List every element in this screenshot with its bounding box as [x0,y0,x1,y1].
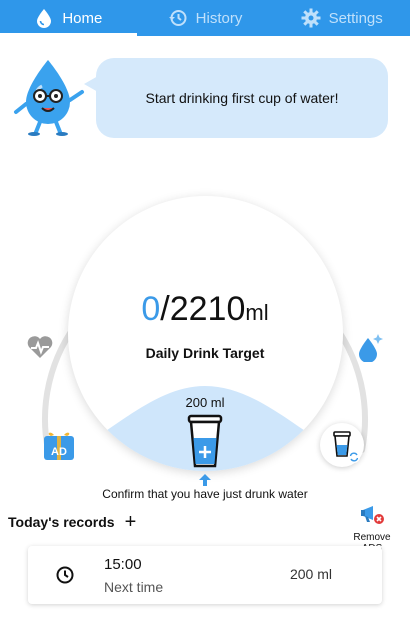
tab-history-label: History [195,9,243,27]
tab-home[interactable]: Home [0,0,137,36]
water-drop-mascot [12,56,88,136]
tab-bar: Home History Settings [0,0,410,36]
up-arrow-icon [199,474,211,486]
drink-cup-button[interactable] [186,414,224,470]
tab-home-label: Home [62,9,103,27]
megaphone-icon [361,506,384,524]
record-subtitle: Next time [104,579,164,595]
clock-icon [56,566,74,584]
cup-swap-icon [333,431,360,463]
current-intake: 0 [141,290,161,328]
confirm-drink-text: Confirm that you have just drunk water [102,487,308,501]
switch-cup-button[interactable] [320,423,364,467]
record-amount: 200 ml [289,566,332,582]
intake-amount: 0/2210ml [0,290,410,329]
gift-icon: AD [44,432,74,460]
water-drop-icon [359,334,383,362]
heart-pulse-icon [27,336,53,358]
tab-settings-label: Settings [328,9,383,27]
history-icon [168,8,188,28]
records-title: Today's records [8,514,115,530]
todays-records-header: Today's records + [8,512,136,532]
home-screen: Home History Settings Start drinking fir… [0,0,410,624]
tip-text: Start drinking first cup of water! [145,90,339,106]
tab-history[interactable]: History [137,0,274,36]
record-item[interactable]: 15:00 Next time 200 ml [28,546,382,604]
water-drop-icon [34,8,54,28]
add-record-button[interactable]: + [125,512,137,532]
ad-badge-text: AD [51,446,67,458]
cup-size-label: 200 ml [185,395,225,410]
intake-unit: ml [245,300,269,325]
ad-gift-button[interactable]: AD [42,428,76,462]
tip-bubble: Start drinking first cup of water! [84,58,388,138]
record-time: 15:00 [104,556,142,573]
target-intake: /2210 [160,290,246,328]
gear-icon [301,8,321,28]
active-tab-indicator [0,33,137,36]
daily-target-label: Daily Drink Target [145,345,265,361]
tab-settings[interactable]: Settings [273,0,410,36]
